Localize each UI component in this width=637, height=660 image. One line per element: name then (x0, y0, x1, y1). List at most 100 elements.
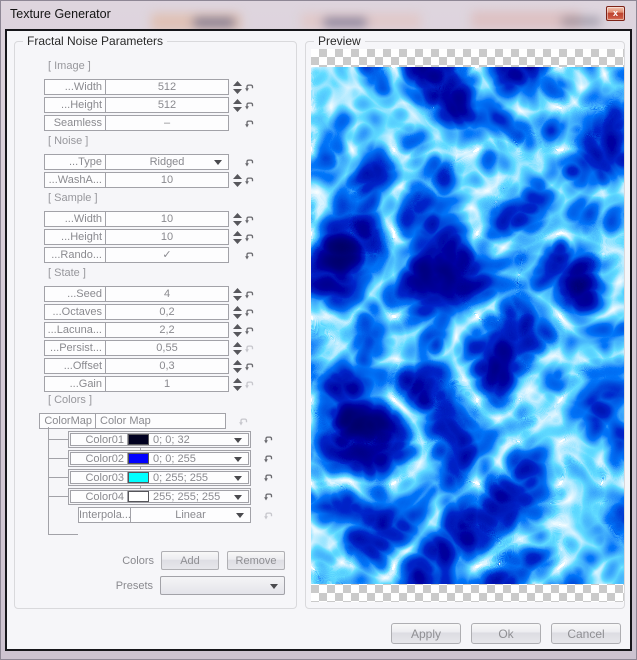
dialog-client: Fractal Noise Parameters [ Image ]...Wid… (5, 29, 632, 651)
spinner-up-down-icon[interactable] (233, 213, 242, 226)
spinner-up-down-icon[interactable] (233, 174, 242, 187)
param-label: ...Octaves (44, 304, 106, 320)
param-row: ...Width512 (44, 79, 285, 95)
chevron-down-icon (214, 160, 222, 165)
spinner-up-down-icon[interactable] (233, 306, 242, 319)
spinner-up-down-icon[interactable] (233, 81, 242, 94)
tree-line (48, 496, 68, 497)
param-value-field[interactable]: 1 (106, 376, 229, 392)
param-value-field[interactable]: 0,55 (106, 340, 229, 356)
reset-icon (244, 379, 255, 390)
param-value-field[interactable]: 10 (106, 211, 229, 227)
spinner-up-down-icon[interactable] (233, 288, 242, 301)
chevron-down-icon (234, 495, 242, 500)
presets-label: Presets (116, 580, 153, 592)
reset-icon[interactable] (244, 175, 255, 186)
spinner-up-down-icon[interactable] (233, 360, 242, 373)
colormap-value-field[interactable]: Color Map (96, 413, 226, 429)
section-header: [ Sample ] (48, 192, 285, 205)
reset-icon[interactable] (244, 325, 255, 336)
spinner-up-down-icon[interactable] (233, 99, 242, 112)
reset-icon[interactable] (244, 214, 255, 225)
apply-button[interactable]: Apply (391, 623, 461, 644)
reset-icon[interactable] (244, 100, 255, 111)
param-label: ...Lacuna... (44, 322, 106, 338)
presets-dropdown[interactable] (160, 576, 285, 595)
remove-color-button[interactable]: Remove (227, 551, 285, 570)
color-entry[interactable]: Color04255; 255; 255 (68, 488, 251, 505)
section-header: [ Colors ] (48, 394, 285, 407)
interpolation-dropdown[interactable]: Linear (131, 507, 251, 523)
param-value-field[interactable]: 512 (106, 79, 229, 95)
spinner-up-down-icon[interactable] (233, 378, 242, 391)
reset-icon[interactable] (244, 232, 255, 243)
param-row: ...WashA...10 (44, 172, 285, 188)
add-color-button[interactable]: Add (161, 551, 219, 570)
reset-icon[interactable] (244, 157, 255, 168)
chevron-down-icon (234, 438, 242, 443)
param-value-field[interactable]: 10 (106, 172, 229, 188)
reset-icon[interactable] (263, 491, 274, 502)
cancel-button[interactable]: Cancel (551, 623, 621, 644)
param-value-field[interactable]: ✓ (106, 247, 229, 263)
param-label: ...WashA... (44, 172, 106, 188)
titlebar-glass-blob (561, 17, 601, 26)
ok-button[interactable]: Ok (471, 623, 541, 644)
reset-icon[interactable] (263, 472, 274, 483)
chevron-down-icon (234, 476, 242, 481)
parameter-sections: [ Image ]...Width512...Height512Seamless… (44, 60, 285, 392)
param-value-field[interactable]: 0,2 (106, 304, 229, 320)
param-label: ...Gain (44, 376, 106, 392)
reset-icon[interactable] (244, 289, 255, 300)
param-label: ...Offset (44, 358, 106, 374)
param-value-field[interactable]: Ridged (106, 154, 229, 170)
param-label: Seamless (44, 115, 106, 131)
spinner-up-down-icon[interactable] (233, 342, 242, 355)
param-value-field[interactable]: 10 (106, 229, 229, 245)
param-value: 0,55 (156, 342, 177, 354)
param-value: – (164, 117, 170, 129)
param-value: 512 (158, 99, 176, 111)
reset-icon[interactable] (244, 307, 255, 318)
color-label: Color04 (70, 490, 128, 503)
color-swatch[interactable] (128, 491, 149, 502)
color-swatch[interactable] (128, 472, 149, 483)
spinner-up-down-icon[interactable] (233, 324, 242, 337)
param-value: 1 (164, 378, 170, 390)
param-row: ...Offset 0,3 (44, 358, 285, 374)
chevron-down-icon (270, 584, 278, 589)
param-row: ...Persist...0,55 (44, 340, 285, 356)
param-value-field[interactable]: 4 (106, 286, 229, 302)
param-value-field[interactable]: 0,3 (106, 358, 229, 374)
reset-icon[interactable] (244, 82, 255, 93)
titlebar[interactable]: Texture Generator x (1, 1, 636, 29)
reset-icon[interactable] (263, 453, 274, 464)
colors-section: [ Colors ]ColorMapColor MapColor010; 0; … (44, 394, 285, 523)
titlebar-glass-blob (193, 18, 235, 27)
close-button[interactable]: x (606, 6, 625, 21)
color-entry[interactable]: Color030; 255; 255 (68, 469, 251, 486)
spinner-up-down-icon[interactable] (233, 231, 242, 244)
param-value-field[interactable]: 2,2 (106, 322, 229, 338)
interpolation-row: Interpola...Linear (78, 507, 285, 523)
param-label: ...Width (44, 211, 106, 227)
preview-title: Preview (314, 34, 365, 48)
param-value-field[interactable]: – (106, 115, 229, 131)
colormap-value: Color Map (100, 415, 151, 427)
color-swatch[interactable] (128, 453, 149, 464)
texture-generator-window: Texture Generator x Fractal Noise Parame… (0, 0, 637, 660)
param-label: ...Type (44, 154, 106, 170)
reset-icon[interactable] (263, 434, 274, 445)
color-entry[interactable]: Color020; 0; 255 (68, 450, 251, 467)
param-value-field[interactable]: 512 (106, 97, 229, 113)
reset-icon[interactable] (244, 118, 255, 129)
dialog-button-row: Apply Ok Cancel (391, 623, 621, 644)
interpolation-value: Linear (175, 509, 206, 521)
color-swatch[interactable] (128, 434, 149, 445)
param-value: 0,3 (159, 360, 174, 372)
reset-icon[interactable] (244, 250, 255, 261)
reset-icon[interactable] (244, 361, 255, 372)
preview-checkerboard (311, 49, 624, 602)
reset-icon (263, 510, 274, 521)
color-entry[interactable]: Color010; 0; 32 (68, 431, 251, 448)
